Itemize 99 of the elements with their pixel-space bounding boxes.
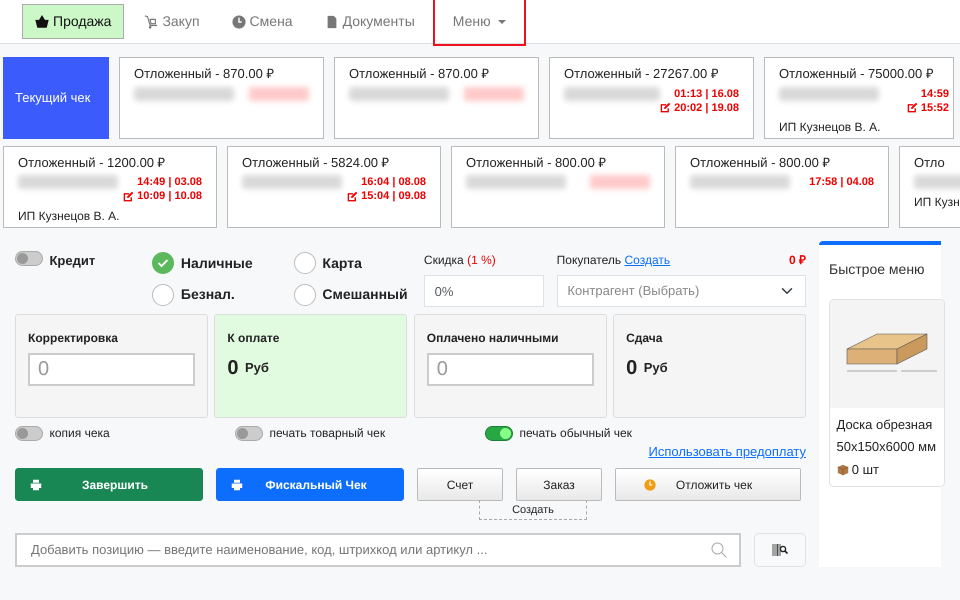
nav-tab[interactable]: Документы bbox=[312, 5, 427, 38]
panel-label: Корректировка bbox=[28, 330, 119, 346]
check-title: Отложенный - 800.00 ₽ bbox=[690, 154, 832, 172]
product-size: 50x150x6000 мм bbox=[836, 438, 938, 456]
check-title: Отложенный - 5824.00 ₽ bbox=[242, 154, 391, 172]
toggle-switch[interactable] bbox=[15, 250, 43, 266]
edited-time: 15:04 | 09.08 bbox=[361, 189, 426, 204]
payment-method-label: Карта bbox=[322, 254, 362, 273]
toggle-label: копия чека bbox=[50, 425, 110, 442]
payment-method-label: Безнал. bbox=[180, 285, 235, 304]
customer-select[interactable]: Контрагент (Выбрать) bbox=[556, 275, 806, 307]
buyer-label: Покупатель bbox=[556, 252, 622, 266]
held-check-card[interactable]: Отложенный - 800.00 ₽ 17:58 | 04.08 bbox=[675, 146, 889, 228]
search-icon bbox=[711, 542, 727, 558]
held-check-card[interactable]: Отложенный - 5824.00 ₽ 16:04 | 08.08 15:04 | 09.08 bbox=[227, 146, 441, 228]
check-icon bbox=[157, 257, 170, 269]
toggle-switch[interactable] bbox=[15, 426, 43, 440]
redacted-time bbox=[590, 175, 650, 190]
check-title: Отложенный - 800.00 ₽ bbox=[466, 154, 608, 172]
edit-icon bbox=[122, 190, 134, 202]
toggle-label: печать обычный чек bbox=[520, 425, 632, 442]
check-title: Отложенный - 870.00 ₽ bbox=[134, 65, 276, 83]
prepayment-link[interactable]: Использовать предоплату bbox=[648, 444, 806, 459]
check-title: Отложенный - 75000.00 ₽ bbox=[779, 65, 935, 83]
created-time: 16:04 | 08.08 bbox=[361, 175, 426, 190]
check-title: Отло bbox=[914, 154, 946, 172]
amount-value: 0 bbox=[626, 356, 638, 381]
toggle-switch[interactable] bbox=[235, 426, 263, 440]
redacted-time bbox=[464, 86, 524, 101]
product-card[interactable]: Доска обрезная 50x150x6000 мм 0 шт bbox=[829, 299, 945, 487]
stock-count: 0 шт bbox=[852, 461, 879, 479]
payment-method-label: Наличные bbox=[180, 254, 253, 272]
search-field[interactable]: Добавить позицию — введите наименование, код, штрихкод или артикул ... bbox=[15, 532, 741, 566]
toggle-label: печать товарный чек bbox=[270, 425, 386, 442]
total-amount: 0 ₽ bbox=[788, 252, 806, 268]
product-name: Доска обрезная bbox=[836, 416, 934, 434]
printer-icon bbox=[231, 478, 243, 490]
edited-time: 15:52 bbox=[920, 100, 949, 115]
amount-field[interactable]: 0 bbox=[28, 353, 195, 386]
create-caption: Создать bbox=[479, 500, 587, 520]
file-icon bbox=[324, 14, 339, 28]
box-icon bbox=[836, 464, 848, 476]
edit-icon bbox=[906, 102, 918, 114]
basket-icon bbox=[35, 14, 49, 28]
check-title: Отложенный - 870.00 ₽ bbox=[349, 65, 490, 83]
nav-tab[interactable]: Закуп bbox=[132, 5, 212, 38]
radio-button[interactable] bbox=[294, 284, 316, 306]
barcode-button[interactable] bbox=[754, 532, 806, 566]
nav-tab[interactable]: Смена bbox=[220, 5, 305, 38]
edit-icon bbox=[346, 190, 358, 202]
nav-tab[interactable]: Продажа bbox=[22, 4, 124, 39]
action-button[interactable]: Фискальный Чек bbox=[216, 468, 404, 501]
edited-time: 20:02 | 19.08 bbox=[674, 100, 739, 115]
created-time: 14:49 | 03.08 bbox=[137, 175, 202, 190]
held-check-card[interactable]: Отло ИП Кузн bbox=[899, 146, 960, 228]
redacted-time bbox=[249, 86, 309, 101]
radio-button[interactable] bbox=[152, 252, 174, 274]
edited-time: 10:09 | 10.08 bbox=[137, 189, 202, 204]
check-title: Отложенный - 1200.00 ₽ bbox=[18, 154, 167, 172]
customer-name: ИП Кузнецов В. А. bbox=[779, 119, 882, 136]
discount-label: Скидка (1 %) bbox=[424, 252, 497, 268]
create-link[interactable]: Создать bbox=[624, 252, 670, 266]
panel-label: Оплачено наличными bbox=[426, 330, 560, 346]
action-button[interactable]: Счет bbox=[417, 468, 503, 501]
dolly-icon bbox=[144, 14, 158, 28]
held-check-card[interactable]: Отложенный - 800.00 ₽ bbox=[451, 146, 665, 228]
action-button[interactable]: Завершить bbox=[15, 468, 203, 501]
action-button[interactable]: Отложить чек bbox=[615, 468, 801, 501]
held-check-card[interactable]: Отложенный - 870.00 ₽ bbox=[119, 57, 324, 139]
created-time: 17:58 | 04.08 bbox=[809, 175, 874, 190]
clock-icon bbox=[644, 478, 656, 490]
discount-field[interactable]: 0% bbox=[424, 275, 544, 307]
check-title: Отложенный - 27267.00 ₽ bbox=[564, 65, 720, 83]
action-button[interactable]: Заказ bbox=[516, 468, 602, 501]
panel-label: Сдача bbox=[626, 330, 664, 346]
toggle-switch[interactable] bbox=[485, 426, 513, 440]
payment-method-label: Смешанный bbox=[322, 285, 408, 304]
amount-value: 0 bbox=[227, 356, 238, 381]
radio-button[interactable] bbox=[152, 284, 174, 306]
panel-label: К оплате bbox=[227, 330, 280, 346]
currency-label: Руб bbox=[644, 359, 668, 378]
customer-name: ИП Кузнецов В. А. bbox=[18, 208, 121, 224]
held-check-card[interactable]: Отложенный - 75000.00 ₽ 14:59 15:52 ИП Кузнецов В. А. bbox=[764, 57, 954, 139]
printer-icon bbox=[30, 478, 42, 490]
currency-label: Руб bbox=[245, 359, 269, 378]
credit-label: Кредит bbox=[50, 252, 96, 270]
panel-title: Быстрое меню bbox=[829, 260, 926, 279]
clock-icon bbox=[232, 14, 246, 28]
customer-name: ИП Кузн bbox=[914, 194, 960, 210]
held-check-card[interactable]: Отложенный - 870.00 ₽ bbox=[334, 57, 539, 139]
radio-button[interactable] bbox=[294, 252, 316, 274]
created-time: 14:59 bbox=[920, 86, 949, 101]
edit-icon bbox=[660, 102, 671, 114]
held-check-card[interactable]: Отложенный - 1200.00 ₽ 14:49 | 03.08 10:09 | 10.08 ИП Кузнецов В. А. bbox=[3, 146, 217, 228]
amount-field[interactable]: 0 bbox=[426, 353, 594, 386]
held-check-card[interactable]: Отложенный - 27267.00 ₽ 01:13 | 16.08 20:02 | 19.08 bbox=[549, 57, 754, 139]
current-check-tab[interactable]: Текущий чек bbox=[3, 57, 109, 139]
created-time: 01:13 | 16.08 bbox=[674, 86, 739, 101]
menu-dropdown[interactable]: Меню bbox=[434, 0, 524, 44]
